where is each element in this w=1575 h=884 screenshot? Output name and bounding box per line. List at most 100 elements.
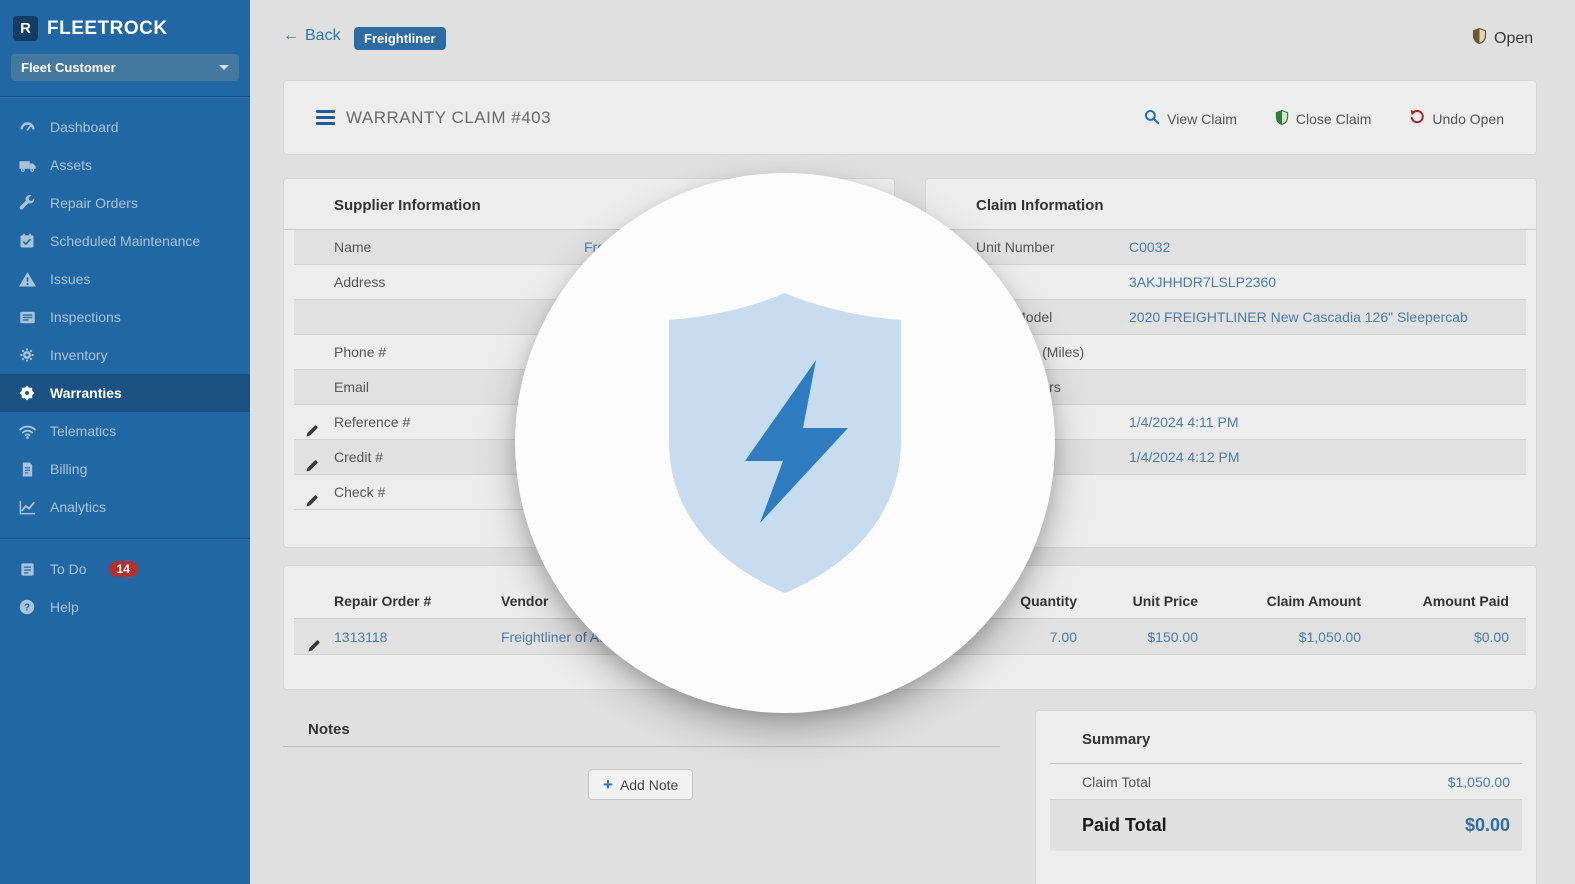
customer-type-select[interactable]: Fleet Customer — [11, 54, 239, 81]
gears-icon — [17, 345, 37, 365]
field-label: Credit # — [334, 449, 384, 465]
sidebar-item-inspections[interactable]: Inspections — [0, 298, 250, 336]
wrench-icon — [17, 193, 37, 213]
sidebar-item-label: Warranties — [50, 385, 122, 401]
customer-type-label: Fleet Customer — [21, 60, 116, 75]
close-claim-label: Close Claim — [1295, 110, 1372, 127]
sidebar-item-label: Analytics — [50, 499, 107, 515]
claim-total-row: Claim Total $1,050.00 — [1050, 764, 1522, 800]
sidebar-footer-nav: To Do 14 ? Help — [0, 539, 250, 626]
sidebar-item-analytics[interactable]: Analytics — [0, 488, 250, 526]
make-model-link[interactable]: 2020 FREIGHTLINER New Cascadia 126" Slee… — [1129, 300, 1468, 335]
back-arrow-icon: ← — [283, 27, 299, 44]
summary-title: Summary — [1082, 731, 1151, 748]
sidebar-item-label: Scheduled Maintenance — [50, 233, 201, 249]
sidebar-nav: Dashboard Assets Repair Orders Scheduled… — [0, 97, 250, 526]
back-label: Back — [305, 27, 341, 44]
field-label: Name — [334, 239, 372, 255]
notes-title: Notes — [308, 721, 350, 738]
sidebar-item-inventory[interactable]: Inventory — [0, 336, 250, 374]
sidebar-item-label: Dashboard — [50, 119, 119, 135]
add-note-button[interactable]: + Add Note — [588, 769, 694, 800]
status-shield-icon — [1472, 27, 1487, 50]
summary-panel: Summary Claim Total $1,050.00 Paid Total… — [1035, 710, 1537, 884]
sidebar-item-label: Issues — [50, 271, 91, 287]
sidebar-item-assets[interactable]: Assets — [0, 146, 250, 184]
search-icon — [1144, 109, 1160, 128]
edit-icon[interactable] — [308, 629, 321, 665]
close-date-value: 1/4/2024 4:12 PM — [1129, 449, 1240, 465]
sidebar-item-repair-orders[interactable]: Repair Orders — [0, 184, 250, 222]
edit-icon[interactable] — [306, 485, 319, 520]
warning-triangle-icon — [17, 269, 37, 289]
shield-icon — [1275, 109, 1289, 129]
column-header: Repair Order # — [334, 593, 432, 609]
sidebar-item-label: Repair Orders — [50, 195, 138, 211]
sidebar-item-scheduled-maintenance[interactable]: Scheduled Maintenance — [0, 222, 250, 260]
column-header: Claim Amount — [1266, 593, 1361, 609]
divider — [283, 746, 1000, 747]
sidebar-item-dashboard[interactable]: Dashboard — [0, 108, 250, 146]
sidebar-item-label: Assets — [50, 157, 93, 173]
sidebar-item-help[interactable]: ? Help — [0, 588, 250, 626]
column-header: Vendor — [501, 593, 549, 609]
sidebar-item-label: To Do — [50, 561, 87, 577]
claim-total-value: $1,050.00 — [1447, 774, 1510, 790]
sidebar-item-billing[interactable]: Billing — [0, 450, 250, 488]
view-claim-button[interactable]: View Claim — [1144, 109, 1237, 128]
view-claim-label: View Claim — [1167, 110, 1237, 127]
field-label: Phone # — [334, 344, 387, 360]
wifi-icon — [17, 421, 37, 441]
todo-count-badge: 14 — [108, 561, 138, 577]
back-button[interactable]: ← Back — [283, 27, 341, 45]
paid-total-label: Paid Total — [1082, 815, 1167, 835]
unit-number-link[interactable]: C0032 — [1129, 230, 1170, 265]
column-header: Unit Price — [1132, 593, 1198, 609]
certificate-icon — [17, 383, 37, 403]
app-root: R FLEETROCK Fleet Customer Dashboard Ass… — [0, 0, 1575, 884]
amount-paid-value: $0.00 — [1473, 629, 1509, 645]
vendor-badge[interactable]: Freightliner — [354, 27, 446, 50]
plus-icon: + — [603, 775, 613, 794]
status-label: Open — [1494, 29, 1534, 47]
brand-name: FLEETROCK — [47, 17, 168, 39]
vin-link[interactable]: 3AKJHHDR7LSLP2360 — [1129, 265, 1276, 300]
inspection-list-icon — [17, 307, 37, 327]
column-header: Amount Paid — [1422, 593, 1509, 609]
sidebar-item-issues[interactable]: Issues — [0, 260, 250, 298]
add-note-label: Add Note — [619, 776, 679, 793]
todo-list-icon — [17, 559, 37, 579]
page-title: WARRANTY CLAIM #403 — [346, 108, 552, 127]
sidebar-item-label: Telematics — [50, 423, 117, 439]
invoice-icon — [17, 459, 37, 479]
claim-amount-value: $1,050.00 — [1298, 629, 1361, 645]
claim-actions: View Claim Close Claim Undo Open — [1144, 81, 1504, 156]
undo-open-button[interactable]: Undo Open — [1409, 109, 1504, 128]
close-claim-button[interactable]: Close Claim — [1275, 109, 1371, 129]
paid-total-value: $0.00 — [1464, 815, 1510, 835]
sidebar-item-label: Inventory — [50, 347, 108, 363]
sidebar: R FLEETROCK Fleet Customer Dashboard Ass… — [0, 0, 250, 884]
column-header: Quantity — [1020, 593, 1077, 609]
chart-line-icon — [17, 497, 37, 517]
truck-icon — [17, 155, 37, 175]
shield-bolt-icon — [669, 292, 901, 593]
sidebar-item-warranties[interactable]: Warranties — [0, 374, 250, 412]
field-label: Address — [334, 274, 386, 290]
claim-header-card: WARRANTY CLAIM #403 View Claim Close Cla… — [283, 80, 1537, 155]
sidebar-item-telematics[interactable]: Telematics — [0, 412, 250, 450]
dashboard-icon — [17, 117, 37, 137]
brand-logo-icon: R — [13, 16, 38, 41]
field-label: Check # — [334, 484, 386, 500]
sidebar-item-label: Inspections — [50, 309, 121, 325]
sidebar-item-label: Help — [50, 599, 79, 615]
repair-order-link[interactable]: 1313118 — [334, 619, 387, 655]
paid-total-row: Paid Total $0.00 — [1050, 800, 1522, 851]
undo-open-label: Undo Open — [1432, 110, 1504, 127]
claim-status: Open — [1472, 27, 1533, 50]
menu-toggle-icon[interactable] — [316, 110, 335, 128]
field-label: Reference # — [334, 414, 411, 430]
sidebar-item-todo[interactable]: To Do 14 — [0, 550, 250, 588]
field-label: Email — [334, 379, 370, 395]
claim-row-unit-number: Unit Number C0032 — [936, 230, 1526, 265]
